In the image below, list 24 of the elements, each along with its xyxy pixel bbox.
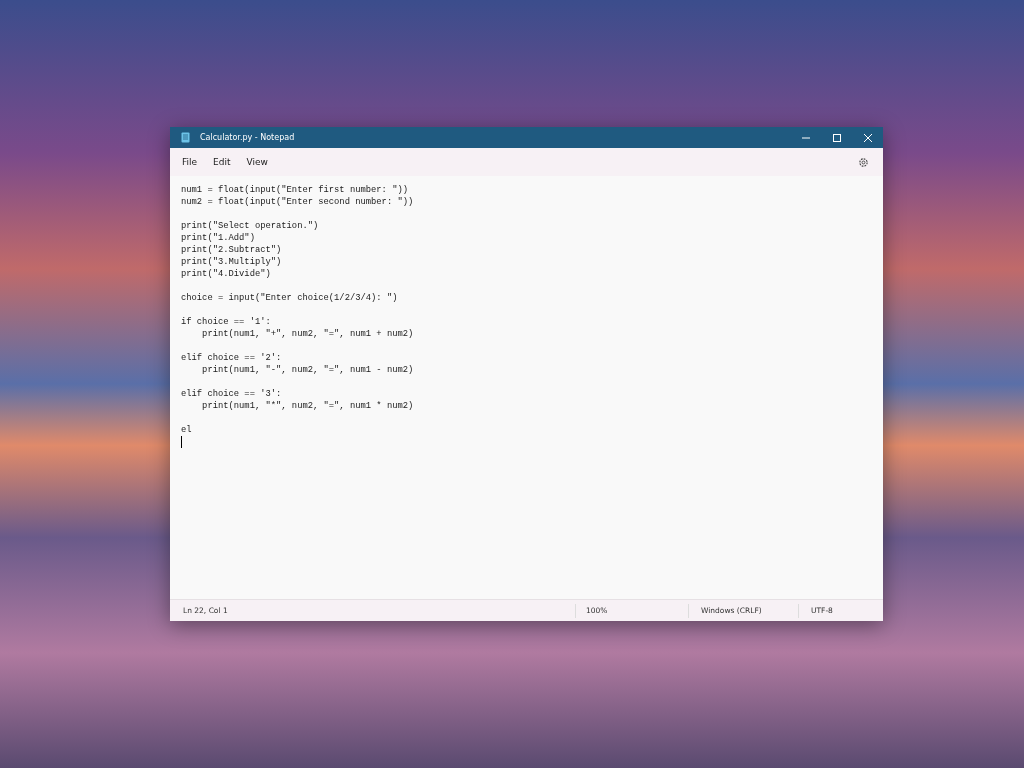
menu-item[interactable]: Edit (205, 153, 239, 171)
code-line: print("3.Multiply") (181, 256, 283, 268)
code-line: print("4.Divide") (181, 268, 272, 280)
code-line: num2 = float(input("Enter second number: ")) (181, 196, 415, 208)
code-line: choice = input("Enter choice(1/2/3/4): ") (181, 292, 399, 304)
window-title: Calculator.py - Notepad (200, 133, 296, 142)
menu-item[interactable]: View (238, 153, 276, 171)
code-line: print(num1, "-", num2, "=", num1 - num2) (201, 364, 415, 376)
code-line: elif choice == '2': (181, 352, 283, 364)
code-line: print("Select operation.") (181, 220, 320, 232)
code-line: el (181, 424, 193, 436)
text-cursor (181, 436, 182, 448)
code-line: if choice == '1': (181, 316, 272, 328)
code-line: print(num1, "*", num2, "=", num1 * num2) (201, 400, 415, 412)
code-line: print("2.Subtract") (181, 244, 283, 256)
code-line: elif choice == '3': (181, 388, 283, 400)
maximize-icon (831, 132, 842, 143)
menu-item[interactable]: File (174, 153, 206, 171)
settings-icon[interactable] (858, 156, 869, 168)
code-line: print(num1, "+", num2, "=", num1 + num2) (201, 328, 415, 340)
notepad-icon (181, 132, 190, 143)
code-line: num1 = float(input("Enter first number: ")) (181, 184, 409, 196)
close-icon (862, 132, 873, 143)
code-line: print("1.Add") (181, 232, 256, 244)
